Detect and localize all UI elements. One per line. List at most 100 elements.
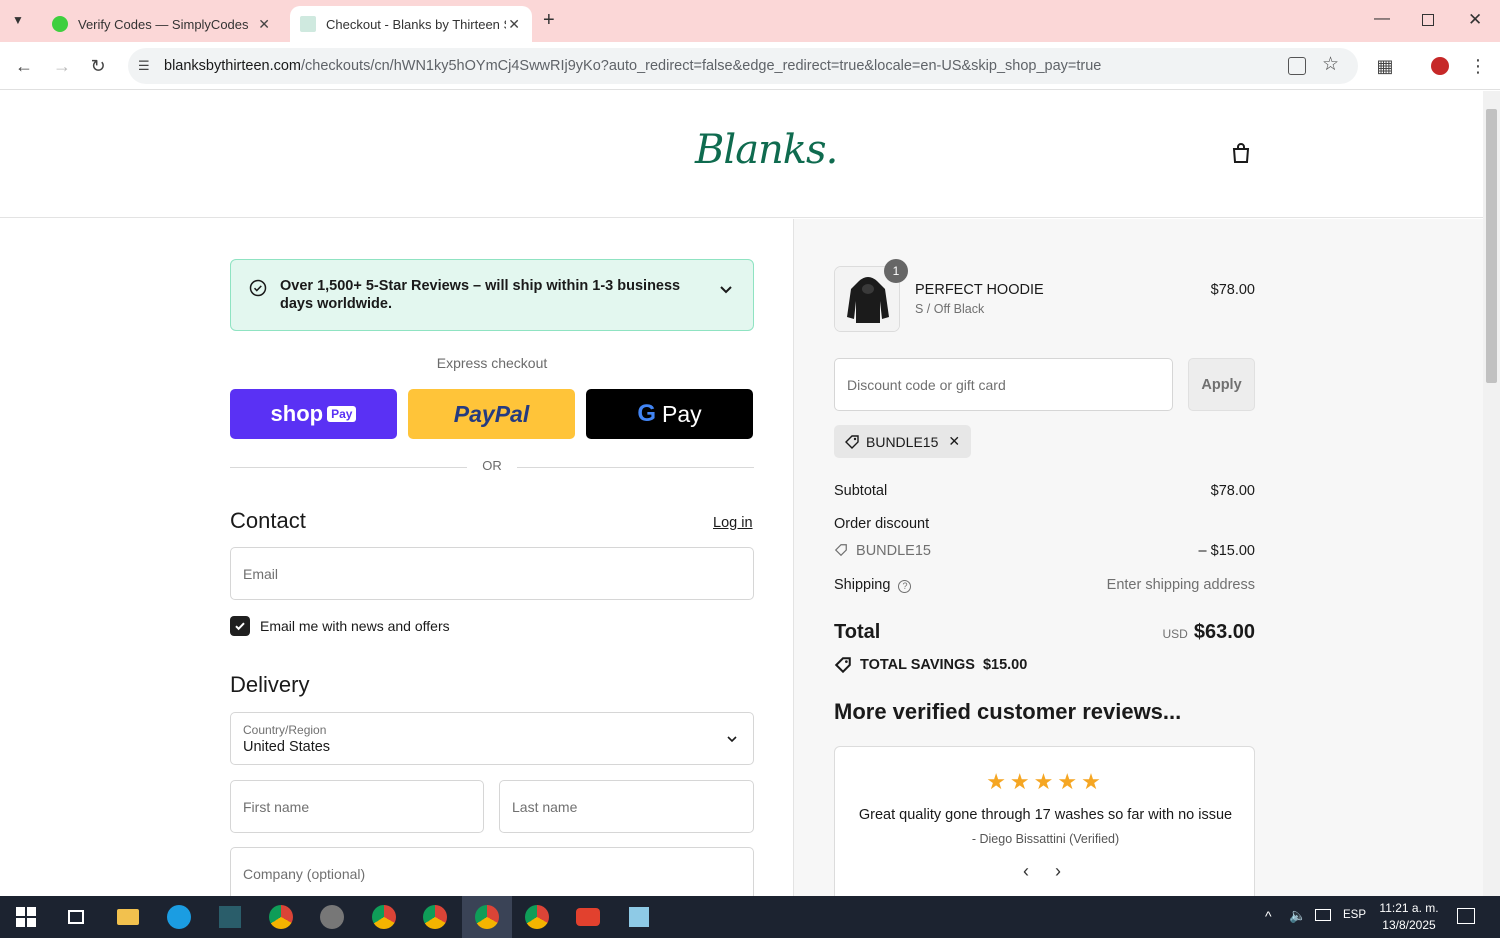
first-name-field[interactable]: First name <box>230 780 484 833</box>
new-tab-icon[interactable]: + <box>543 9 555 32</box>
express-checkout-label: Express checkout <box>436 355 548 371</box>
contact-title: Contact <box>230 508 306 533</box>
check-circle-icon <box>249 279 267 297</box>
extensions-icon[interactable]: ▦ <box>1373 54 1397 78</box>
delivery-title: Delivery <box>230 672 310 697</box>
apply-discount-button[interactable]: Apply <box>1188 358 1255 411</box>
product-name: PERFECT HOODIE <box>915 282 1044 298</box>
volume-icon[interactable]: 🔈 <box>1289 907 1306 924</box>
minimize-icon[interactable]: — <box>1374 10 1390 28</box>
google-pay-button[interactable]: G Pay <box>586 389 753 439</box>
tab-simplycodes[interactable]: Verify Codes — SimplyCodes ✕ <box>42 6 282 42</box>
language-indicator[interactable]: ESP <box>1343 909 1366 921</box>
shop-pay-badge: Pay <box>327 406 357 422</box>
file-explorer-icon[interactable] <box>114 903 142 931</box>
google-pay-label: Pay <box>662 400 702 427</box>
page-scrollbar[interactable] <box>1483 91 1500 896</box>
chrome-profile-icon[interactable] <box>523 903 551 931</box>
clock-time: 11:21 a. m. <box>1379 901 1439 915</box>
scrollbar-thumb[interactable] <box>1486 109 1497 383</box>
log-in-link[interactable]: Log in <box>713 515 753 531</box>
country-select[interactable]: Country/Region United States <box>230 712 754 765</box>
windows-taskbar: ^ 🔈 ESP 11:21 a. m. 13/8/2025 <box>0 896 1500 938</box>
shipping-row: Shipping ? Enter shipping address <box>834 577 1255 593</box>
clock[interactable]: 11:21 a. m. 13/8/2025 <box>1372 900 1446 934</box>
tab-title: Verify Codes — SimplyCodes <box>78 16 249 32</box>
network-icon[interactable] <box>1315 909 1331 921</box>
order-discount-row: Order discount <box>834 516 1255 532</box>
email-field[interactable]: Email <box>230 547 754 600</box>
discount-placeholder: Discount code or gift card <box>847 376 1006 393</box>
shipping-label: Shipping <box>834 577 891 593</box>
total-label: Total <box>834 621 881 643</box>
banner-text: Over 1,500+ 5-Star Reviews – will ship w… <box>280 278 681 312</box>
tab-checkout[interactable]: Checkout - Blanks by Thirteen S ✕ <box>290 6 532 42</box>
shop-pay-button[interactable]: shop Pay <box>230 389 397 439</box>
close-window-icon[interactable]: ✕ <box>1468 10 1482 30</box>
app-icon[interactable] <box>318 903 346 931</box>
shipping-value: Enter shipping address <box>1106 577 1255 593</box>
chevron-down-icon[interactable] <box>719 282 733 296</box>
store-header: Blanks. <box>0 91 1483 218</box>
chrome-profile-icon[interactable] <box>421 903 449 931</box>
site-info-icon[interactable]: ☰ <box>138 58 150 74</box>
menu-kebab-icon[interactable]: ⋮ <box>1466 54 1490 78</box>
reviews-banner[interactable]: Over 1,500+ 5-Star Reviews – will ship w… <box>230 259 754 331</box>
windows-start-icon[interactable] <box>12 903 40 931</box>
tray-chevron-icon[interactable]: ^ <box>1265 908 1272 924</box>
url-path: /checkouts/cn/hWN1ky5hOYmCj4SwwRIj9yKo?a… <box>301 58 1102 74</box>
discount-code-field[interactable]: Discount code or gift card <box>834 358 1173 411</box>
bookmark-star-icon[interactable]: ☆ <box>1322 53 1339 76</box>
app-icon[interactable] <box>625 903 653 931</box>
notifications-icon[interactable] <box>1457 908 1475 924</box>
chevron-right-icon[interactable]: › <box>1055 861 1061 882</box>
review-text: Great quality gone through 17 washes so … <box>858 807 1233 823</box>
chevron-left-icon[interactable]: ‹ <box>1023 861 1029 882</box>
tab-search-icon[interactable]: ▼ <box>12 13 30 29</box>
restore-icon[interactable] <box>1422 14 1434 26</box>
shopping-bag-icon[interactable] <box>1229 141 1253 165</box>
translate-icon[interactable] <box>1288 57 1306 75</box>
newsletter-checkbox[interactable] <box>230 616 250 636</box>
total-amount: USD $63.00 <box>1100 621 1255 644</box>
product-variant: S / Off Black <box>915 302 985 316</box>
google-g-icon: G <box>637 400 657 427</box>
edge-icon[interactable] <box>165 903 193 931</box>
store-logo[interactable]: Blanks. <box>695 127 838 173</box>
discount-value: – $15.00 <box>1198 543 1255 559</box>
blanks-favicon-icon <box>300 16 316 32</box>
savings-value: $15.00 <box>982 657 1028 673</box>
chrome-profile-icon[interactable] <box>267 903 295 931</box>
address-bar[interactable]: ☰ blanksbythirteen.com/checkouts/cn/hWN1… <box>128 48 1358 84</box>
reload-icon[interactable]: ↻ <box>86 54 110 78</box>
close-tab-icon[interactable]: ✕ <box>508 16 520 33</box>
forward-icon[interactable]: → <box>50 54 74 78</box>
clock-date: 13/8/2025 <box>1382 918 1436 932</box>
company-field[interactable]: Company (optional) <box>230 847 754 896</box>
paypal-wordmark: PayPal <box>453 400 530 427</box>
newsletter-label: Email me with news and offers <box>260 618 450 634</box>
company-placeholder: Company (optional) <box>243 865 366 882</box>
tag-icon <box>834 657 851 674</box>
paypal-button[interactable]: PayPal <box>408 389 575 439</box>
last-name-placeholder: Last name <box>512 798 578 815</box>
remove-code-icon[interactable]: ✕ <box>948 433 960 450</box>
tag-icon <box>834 544 847 557</box>
profile-avatar[interactable] <box>1428 54 1452 78</box>
help-circle-icon[interactable]: ? <box>898 580 912 593</box>
task-view-icon[interactable] <box>62 903 90 931</box>
app-icon[interactable] <box>216 903 244 931</box>
last-name-field[interactable]: Last name <box>499 780 754 833</box>
shop-pay-wordmark: shop <box>270 401 324 426</box>
tag-icon <box>845 434 859 449</box>
app-icon[interactable] <box>574 903 602 931</box>
chevron-down-icon <box>727 736 737 743</box>
back-icon[interactable]: ← <box>12 54 36 78</box>
chrome-active-icon[interactable] <box>462 896 512 938</box>
close-tab-icon[interactable]: ✕ <box>258 16 270 33</box>
reviews-title: More verified customer reviews... <box>834 699 1182 724</box>
savings-label: TOTAL SAVINGS <box>860 657 975 673</box>
chrome-icon[interactable] <box>370 903 398 931</box>
product-price: $78.00 <box>1210 282 1255 298</box>
quantity-badge: 1 <box>884 259 908 283</box>
